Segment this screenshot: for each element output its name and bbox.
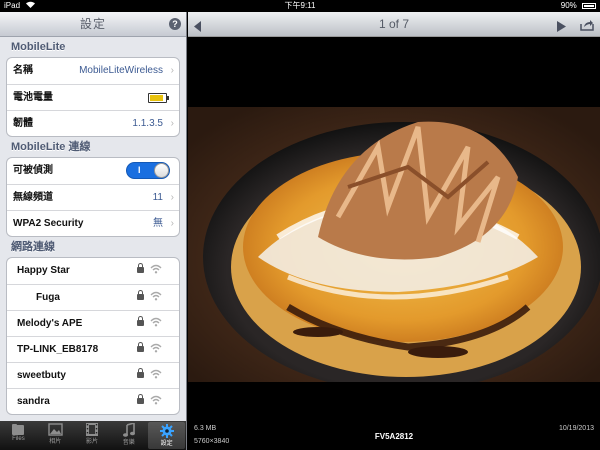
security-label: WPA2 Security — [13, 218, 84, 229]
discoverable-label: 可被偵測 — [13, 165, 53, 176]
tab-label: 相片 — [49, 439, 62, 445]
row-device-name[interactable]: 名稱 MobileLiteWireless › — [7, 58, 179, 84]
network-name: Melody's APE — [17, 318, 83, 329]
videos-icon — [74, 423, 111, 436]
tab-label: Files — [12, 436, 25, 442]
network-row[interactable]: Melody's APE — [7, 310, 179, 336]
channel-value: 11 — [152, 192, 163, 203]
wifi-signal-icon — [150, 264, 162, 277]
lock-icon — [137, 290, 144, 300]
network-name: Fuga — [36, 292, 60, 303]
group-device-info: 名稱 MobileLiteWireless › 電池電量 韌體 1.1.3.5 … — [6, 57, 180, 137]
channel-label: 無線頻道 — [13, 192, 53, 203]
viewer-toolbar: 1 of 7 — [188, 12, 600, 37]
row-channel[interactable]: 無線頻道 11 › — [7, 184, 179, 210]
chevron-right-icon: › — [170, 192, 174, 203]
toggle-on-mark: I — [138, 165, 141, 175]
network-list: Happy Star Fuga Melody's APE TP-LINK_EB8178… — [6, 257, 180, 415]
file-date: 10/19/2013 — [558, 425, 594, 432]
tab-label: 影片 — [85, 439, 98, 445]
wifi-signal-icon — [150, 343, 162, 356]
settings-navbar: 設定 ? — [0, 12, 186, 37]
toggle-knob — [154, 163, 169, 178]
network-row[interactable]: TP-LINK_EB8178 — [7, 336, 179, 362]
okonomiyaki-photo — [188, 107, 600, 382]
network-row[interactable]: Fuga — [7, 284, 179, 310]
play-slideshow-icon[interactable] — [557, 19, 566, 37]
tab-photos[interactable]: 相片 — [37, 421, 74, 450]
network-row[interactable]: Happy Star — [7, 258, 179, 284]
wifi-signal-icon — [150, 395, 162, 408]
wifi-signal-icon — [150, 369, 162, 382]
chevron-right-icon: › — [170, 65, 174, 76]
tab-label: 音樂 — [122, 440, 135, 446]
name-value: MobileLiteWireless — [79, 65, 163, 76]
firmware-value: 1.1.3.5 — [132, 118, 163, 129]
network-row[interactable]: sweetbuty — [7, 362, 179, 388]
files-icon — [0, 423, 37, 436]
tab-bar: Files 相片 影片 音樂 設定 — [0, 421, 187, 450]
photo-image[interactable] — [188, 107, 600, 382]
row-firmware[interactable]: 韌體 1.1.3.5 › — [7, 110, 179, 136]
status-time: 下午9:11 — [284, 1, 316, 10]
row-security[interactable]: WPA2 Security 無 › — [7, 210, 179, 236]
network-row[interactable]: sandra — [7, 388, 179, 414]
lock-icon — [137, 368, 144, 378]
chevron-right-icon: › — [170, 118, 174, 129]
battery-level-icon — [148, 93, 169, 103]
help-button[interactable]: ? — [169, 18, 181, 30]
section-header-mobilelite: MobileLite — [11, 41, 66, 53]
tab-music[interactable]: 音樂 — [110, 421, 147, 450]
network-name: sandra — [17, 396, 50, 407]
tab-videos[interactable]: 影片 — [74, 421, 111, 450]
network-name: sweetbuty — [17, 370, 66, 381]
discoverable-toggle[interactable]: I — [126, 162, 170, 179]
music-icon — [110, 423, 147, 437]
photos-icon — [37, 423, 74, 436]
file-name: FV5A2812 — [374, 432, 414, 441]
settings-icon — [148, 424, 185, 438]
firmware-label: 韌體 — [13, 118, 33, 129]
wifi-signal-icon — [150, 291, 162, 304]
name-label: 名稱 — [13, 65, 33, 76]
photo-counter: 1 of 7 — [378, 17, 410, 31]
tab-label: 設定 — [160, 441, 173, 447]
photo-info-footer: 6.3 MB 5760×3840 FV5A2812 10/19/2013 — [188, 420, 600, 450]
battery-percent: 90% — [560, 1, 577, 10]
battery-label: 電池電量 — [13, 92, 53, 103]
settings-title: 設定 — [79, 17, 106, 31]
tab-files[interactable]: Files — [0, 421, 37, 450]
lock-icon — [137, 263, 144, 273]
network-name: Happy Star — [17, 265, 70, 276]
file-size: 6.3 MB — [194, 425, 217, 432]
battery-status-icon — [582, 2, 596, 9]
lock-icon — [137, 316, 144, 326]
chevron-right-icon: › — [170, 218, 174, 229]
lock-icon — [137, 342, 144, 352]
security-value: 無 — [153, 218, 163, 229]
tab-settings[interactable]: 設定 — [148, 422, 185, 449]
row-discoverable: 可被偵測 I — [7, 158, 179, 184]
section-header-networks: 網路連線 — [11, 241, 55, 253]
settings-panel: 設定 ? MobileLite 名稱 MobileLiteWireless › … — [0, 12, 187, 421]
status-bar: iPad 下午9:11 90% — [0, 0, 600, 12]
group-connection: 可被偵測 I 無線頻道 11 › WPA2 Security 無 › — [6, 157, 180, 237]
share-icon[interactable] — [580, 18, 594, 36]
row-battery: 電池電量 — [7, 84, 179, 110]
wifi-signal-icon — [150, 317, 162, 330]
lock-icon — [137, 394, 144, 404]
network-name: TP-LINK_EB8178 — [17, 344, 99, 355]
section-header-connection: MobileLite 連線 — [11, 141, 91, 153]
